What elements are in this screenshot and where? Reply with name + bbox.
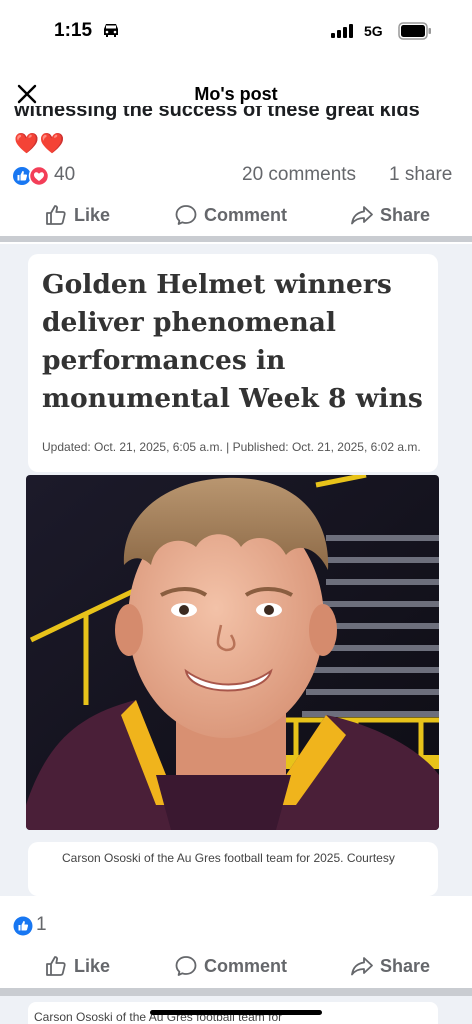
like-label: Like <box>74 955 111 976</box>
reaction-icons[interactable] <box>12 166 52 186</box>
signal-icon <box>331 24 353 38</box>
share-button[interactable]: Share <box>350 945 430 987</box>
like-button[interactable]: Like <box>44 945 110 987</box>
network-label: 5G <box>364 23 383 39</box>
post-text: witnessing the success of these great ki… <box>14 106 454 128</box>
share-icon <box>351 206 373 225</box>
article-headline-card: Golden Helmet winners deliver phenomenal… <box>28 254 438 472</box>
love-icon <box>28 166 50 186</box>
thumbs-up-icon <box>46 956 66 976</box>
page-title: Mo's post <box>194 84 278 104</box>
like-icon <box>12 166 32 186</box>
comment-button[interactable]: Comment <box>174 945 287 987</box>
home-indicator[interactable] <box>150 1010 322 1015</box>
photo-caption: Carson Ososki of the Au Gres football te… <box>62 851 395 865</box>
post-actions: Like Comment Share <box>0 194 472 236</box>
like-icon[interactable] <box>13 916 33 936</box>
thumbs-up-icon <box>46 205 66 225</box>
status-time: 1:15 <box>54 20 93 41</box>
media-like-count[interactable]: 1 <box>36 914 47 936</box>
media-reactions: 1 <box>0 912 472 940</box>
comments-count[interactable]: 20 comments <box>242 164 356 186</box>
comment-icon <box>175 205 197 225</box>
share-label: Share <box>380 955 431 976</box>
share-label: Share <box>380 204 431 225</box>
reaction-count[interactable]: 40 <box>54 164 75 186</box>
photo-caption-card: Carson Ososki of the Au Gres football te… <box>28 842 438 896</box>
article-headline: Golden Helmet winners deliver phenomenal… <box>42 269 423 414</box>
reactions-summary: 40 20 comments 1 share <box>0 158 472 192</box>
like-button[interactable]: Like <box>44 194 110 236</box>
post-media[interactable]: Golden Helmet winners deliver phenomenal… <box>0 244 472 896</box>
comment-label: Comment <box>204 204 288 225</box>
like-label: Like <box>74 204 111 225</box>
article-photo[interactable] <box>26 475 439 830</box>
hearts-emoji: ❤️❤️ <box>14 133 66 155</box>
article-dateline: Updated: Oct. 21, 2025, 6:05 a.m. | Publ… <box>42 440 421 454</box>
post-text-line: witnessing the success of these great ki… <box>14 106 420 121</box>
media-actions: Like Comment Share <box>0 945 472 987</box>
comment-icon <box>175 956 197 976</box>
car-icon <box>104 24 118 37</box>
share-icon <box>351 957 373 976</box>
section-divider <box>0 988 472 996</box>
status-bar: 1:15 5G <box>0 0 472 64</box>
section-divider <box>0 236 472 242</box>
comment-label: Comment <box>204 955 288 976</box>
battery-icon <box>398 22 431 40</box>
share-button[interactable]: Share <box>350 194 430 236</box>
shares-count[interactable]: 1 share <box>389 164 452 186</box>
comment-button[interactable]: Comment <box>174 194 287 236</box>
